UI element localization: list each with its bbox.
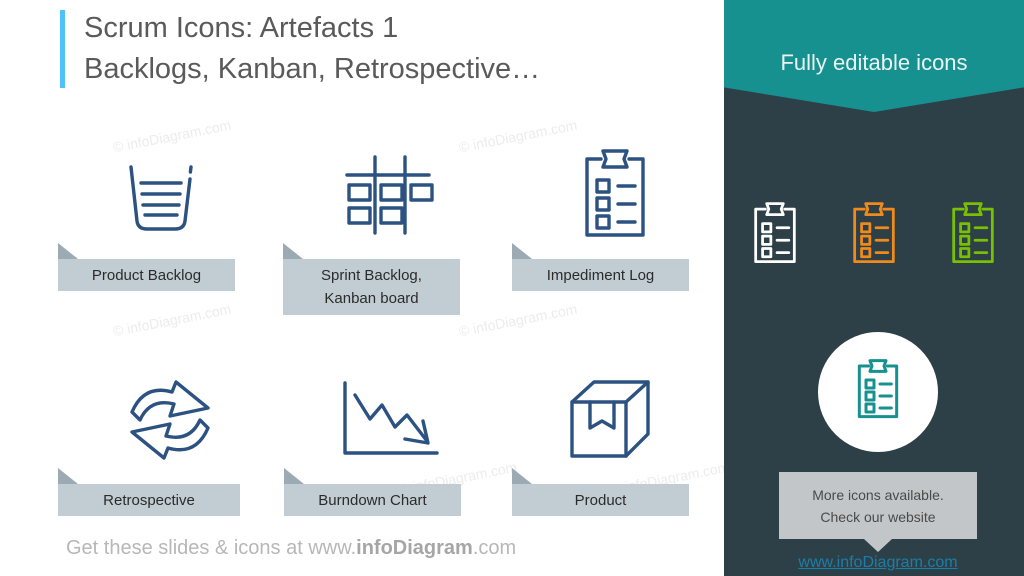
- banner-label: Product Backlog: [91, 266, 202, 284]
- banner-fold-corner: [284, 468, 304, 484]
- watermark: © infoDiagram.com: [111, 300, 233, 340]
- banner-body: Burndown Chart: [284, 484, 461, 516]
- clipboard-checklist-icon-green: [944, 198, 1002, 275]
- banner-label: Retrospective: [103, 491, 195, 509]
- banner-label: Sprint Backlog,: [321, 267, 422, 284]
- banner-fold-corner: [512, 243, 532, 259]
- title-line-1: Scrum Icons: Artefacts 1: [84, 12, 399, 44]
- watermark: © infoDiagram.com: [457, 300, 579, 340]
- watermark: © infoDiagram.com: [457, 116, 579, 156]
- label-banner-burndown-chart: Burndown Chart: [284, 468, 461, 516]
- banner-fold-corner: [58, 243, 78, 259]
- cta-line-2: Check our website: [820, 509, 936, 525]
- banner-fold-corner: [283, 243, 303, 259]
- banner-fold-corner: [58, 468, 78, 484]
- footer-credit: Get these slides & icons at www.infoDiag…: [66, 537, 516, 560]
- clipboard-checklist-icon-white: [746, 198, 804, 275]
- clipboard-checklist-icon-orange: [845, 198, 903, 275]
- banner-body: Product Backlog: [58, 259, 235, 291]
- panel-sample-icons: [724, 198, 1024, 275]
- basket-backlog-icon: [106, 140, 216, 250]
- banner-label: Impediment Log: [546, 266, 655, 284]
- banner-body: Impediment Log: [512, 259, 689, 291]
- footer-brand: infoDiagram: [356, 537, 473, 559]
- page-title: Scrum Icons: Artefacts 1 Backlogs, Kanba…: [84, 8, 704, 90]
- label-banner-retrospective: Retrospective: [58, 468, 240, 516]
- package-box-icon: [560, 372, 660, 467]
- label-banner-product: Product: [512, 468, 689, 516]
- slide-root: Scrum Icons: Artefacts 1 Backlogs, Kanba…: [0, 0, 1024, 576]
- clipboard-checklist-icon: [565, 140, 665, 250]
- title-line-2: Backlogs, Kanban, Retrospective…: [84, 53, 541, 85]
- banner-body: Sprint Backlog, Kanban board: [283, 259, 460, 315]
- panel-banner-text: Fully editable icons: [780, 50, 968, 75]
- cta-tail: [864, 539, 892, 552]
- cta-callout: More icons available. Check our website …: [779, 472, 977, 571]
- banner-body: Retrospective: [58, 484, 240, 516]
- banner-fold-corner: [512, 468, 532, 484]
- cta-box: More icons available. Check our website: [779, 472, 977, 539]
- label-banner-sprint-backlog: Sprint Backlog, Kanban board: [283, 243, 460, 315]
- infodiagram-link[interactable]: www.infoDiagram.com: [779, 554, 977, 572]
- banner-label: Burndown Chart: [318, 491, 427, 509]
- banner-label: Product: [574, 491, 627, 509]
- label-banner-impediment-log: Impediment Log: [512, 243, 689, 291]
- footer-suffix: .com: [472, 537, 517, 559]
- footer-prefix: Get these slides & icons at www.: [66, 537, 357, 559]
- featured-icon-badge: [818, 332, 938, 452]
- cta-line-1: More icons available.: [812, 487, 944, 503]
- kanban-board-icon: [332, 140, 442, 250]
- banner-body: Product: [512, 484, 689, 516]
- clipboard-checklist-icon-teal: [850, 355, 906, 430]
- title-accent-bar: [60, 10, 65, 88]
- burndown-chart-icon: [334, 374, 444, 466]
- banner-label-line2: Kanban board: [324, 290, 419, 307]
- recycle-arrows-icon: [110, 372, 230, 467]
- label-banner-product-backlog: Product Backlog: [58, 243, 235, 291]
